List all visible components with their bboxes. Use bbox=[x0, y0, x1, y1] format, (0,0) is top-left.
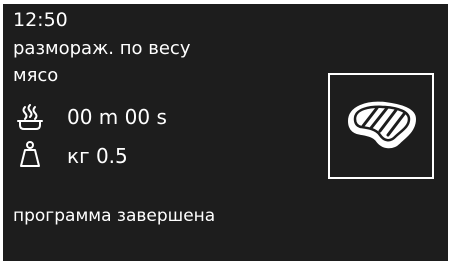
steam-pot-icon bbox=[15, 104, 45, 132]
clock: 12:50 bbox=[13, 9, 68, 31]
weight-icon bbox=[19, 140, 41, 168]
oven-display: 12:50 размораж. по весу мясо 00 m 00 s к… bbox=[0, 0, 450, 261]
steak-icon bbox=[343, 97, 421, 155]
frame-border-top bbox=[0, 0, 450, 4]
frame-border-left bbox=[0, 0, 3, 261]
status-message: программа завершена bbox=[13, 206, 216, 226]
timer-value: 00 m 00 s bbox=[67, 105, 167, 129]
food-type: мясо bbox=[13, 65, 59, 86]
food-image-frame bbox=[328, 73, 434, 179]
weight-value: кг 0.5 bbox=[67, 144, 128, 168]
program-name: размораж. по весу bbox=[13, 38, 191, 59]
